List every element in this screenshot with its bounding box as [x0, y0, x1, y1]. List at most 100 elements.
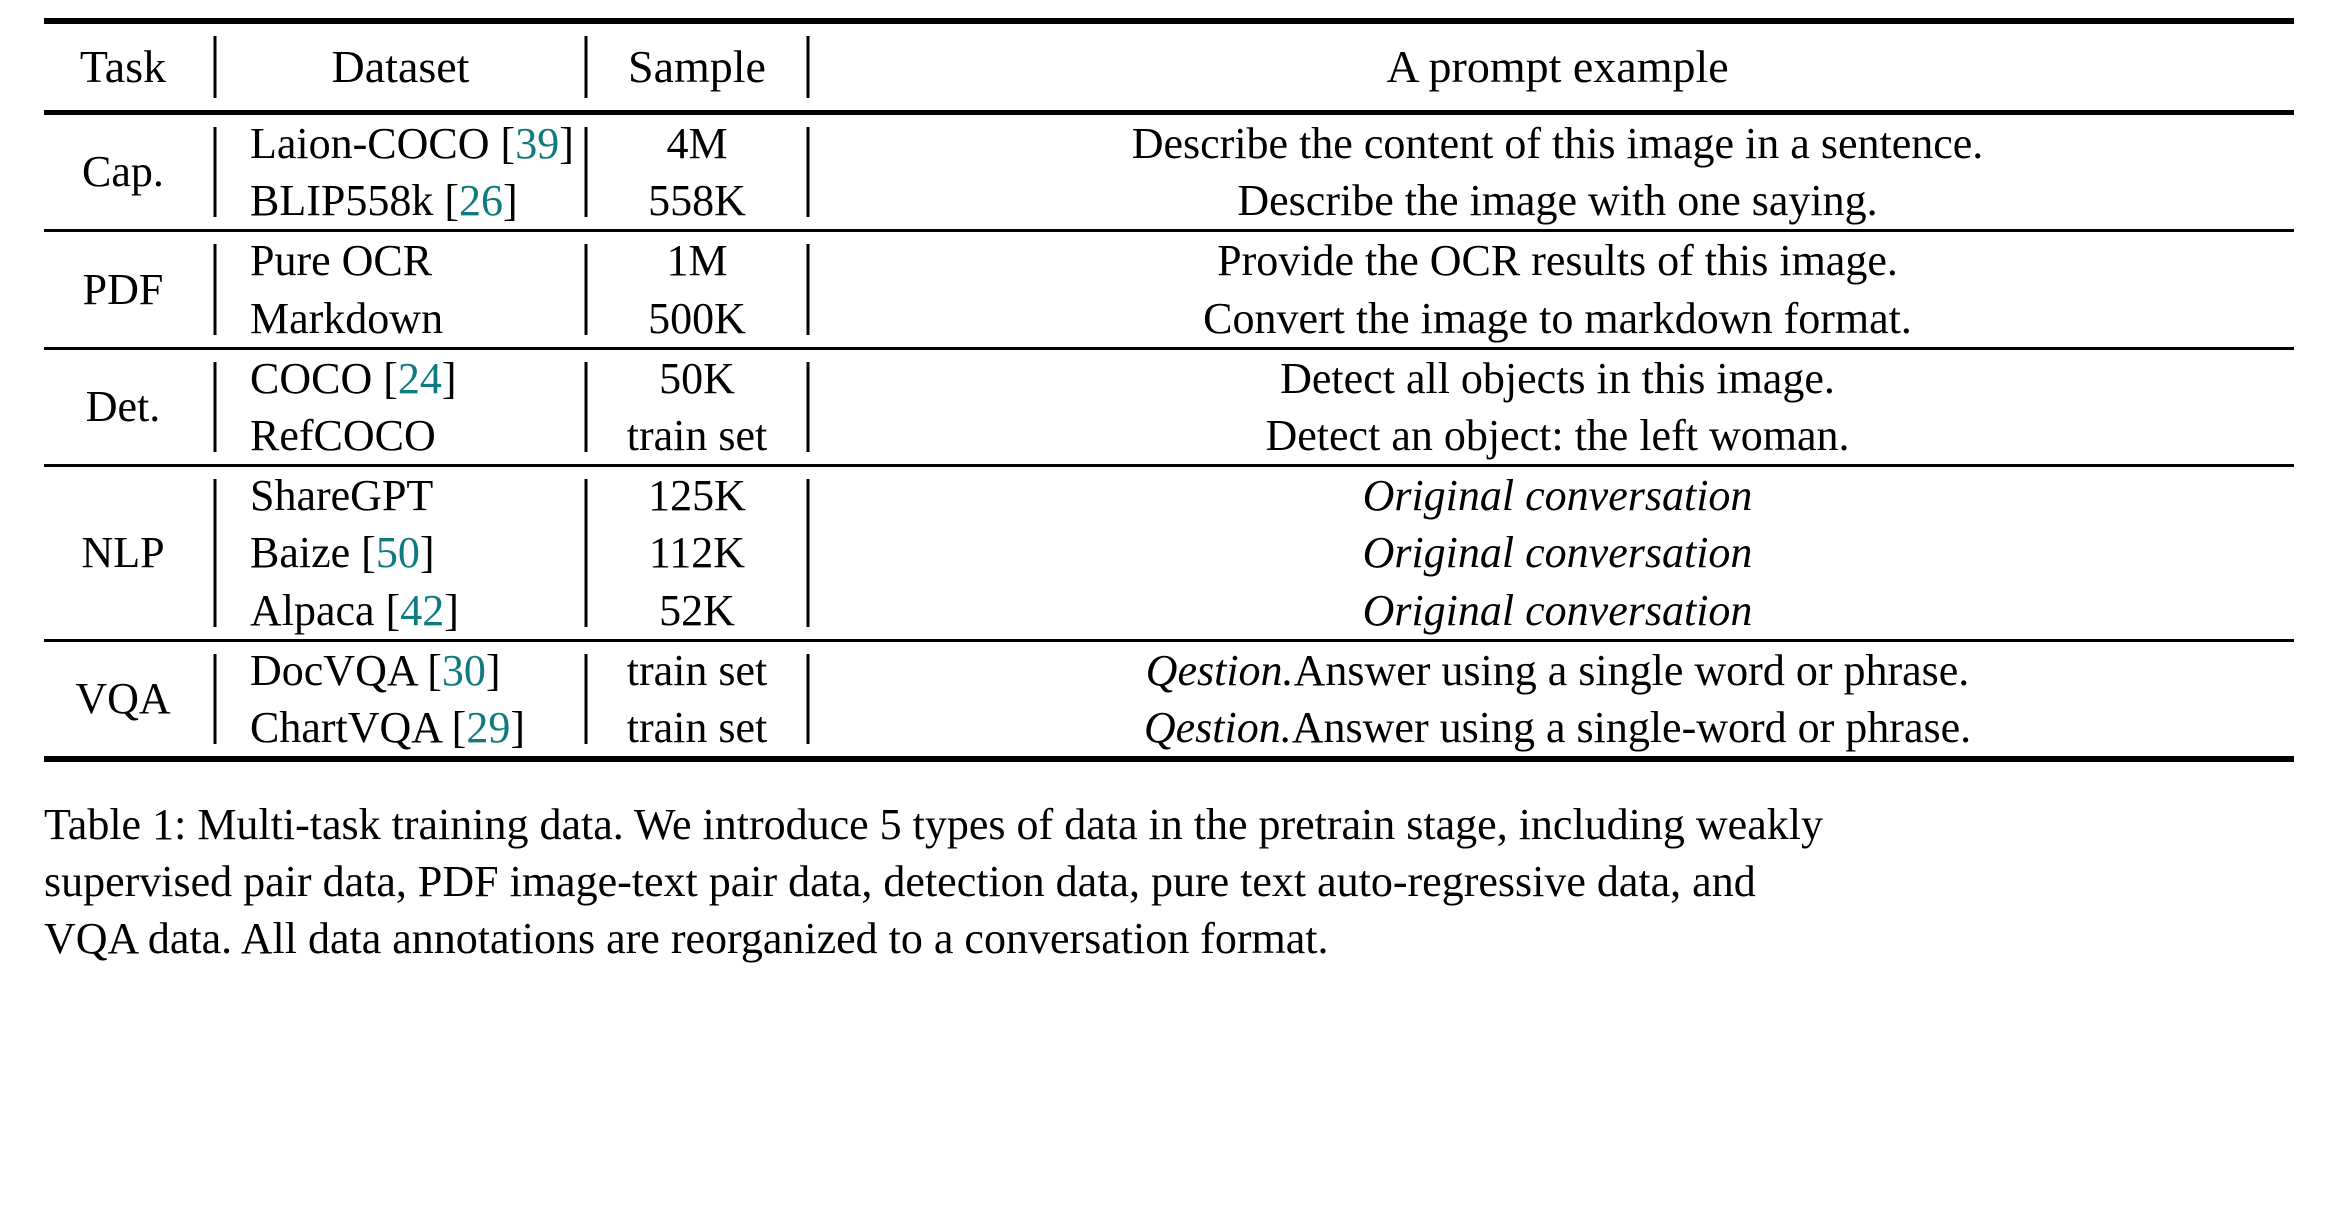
prompt-roman-part: Describe the image with one saying. [1237, 176, 1878, 226]
row-separator-3 [795, 350, 821, 464]
prompt-example: Describe the content of this image in a … [821, 115, 2294, 172]
prompt-cell: Detect all objects in this image. Detect … [821, 350, 2294, 464]
citation-link[interactable]: 50 [376, 528, 420, 577]
task-label: VQA [75, 673, 171, 723]
prompt-cell: Describe the content of this image in a … [821, 115, 2294, 229]
citation-link[interactable]: 30 [442, 646, 486, 695]
row-separator-1 [202, 232, 228, 346]
dataset-name: ShareGPT [250, 471, 434, 521]
sample-count: train set [626, 702, 768, 752]
column-header-sample: Sample [628, 41, 766, 92]
prompt-example: Original conversation [821, 582, 2294, 639]
prompt-example: Detect an object: the left woman. [821, 407, 2294, 464]
row-separator-2 [573, 350, 599, 464]
prompt-italic-part: Qestion. [1145, 645, 1294, 695]
citation-link[interactable]: 39 [515, 119, 559, 168]
dataset-cell: COCO [24] RefCOCO [228, 350, 573, 464]
table-body: Cap. Laion-COCO [39] BLIP558k [26] 4M 558K De… [44, 115, 2294, 763]
dataset-cell: Laion-COCO [39] BLIP558k [26] [228, 115, 574, 229]
task-group-pdf: PDF Pure OCR Markdown 1M 500K Provide the OCR… [44, 232, 2294, 346]
caption-line: VQA data. All data annotations are reorg… [44, 914, 1329, 964]
sample-cell: 1M 500K [599, 232, 795, 346]
header-separator-3 [795, 24, 821, 110]
sample-count: 52K [659, 585, 735, 635]
task-group-vqa: VQA DocVQA [30] ChartVQA [29] train set trai… [44, 642, 2294, 756]
task-label: PDF [82, 264, 164, 314]
sample-count: 4M [666, 119, 728, 168]
prompt-roman-part: Provide the OCR results of this image. [1217, 236, 1898, 286]
prompt-roman-part: Describe the content of this image in a … [1131, 119, 1984, 168]
table-row: PDF Pure OCR Markdown 1M 500K Provide the OCR… [44, 232, 2294, 346]
prompt-example: Provide the OCR results of this image. [821, 232, 2294, 289]
sample-count: train set [626, 645, 768, 695]
row-separator-3 [795, 467, 821, 639]
table-row: NLP ShareGPT Baize [50] Alpaca [42] 125K 112K… [44, 467, 2294, 639]
caption-line: supervised pair data, PDF image-text pai… [44, 857, 1756, 907]
citation-link[interactable]: 26 [459, 176, 503, 225]
table-bottom-rule [44, 756, 2294, 763]
table-row: Det. COCO [24] RefCOCO 50K train set Detect a… [44, 350, 2294, 464]
row-separator-1 [202, 467, 228, 639]
dataset-cell: DocVQA [30] ChartVQA [29] [228, 642, 573, 756]
table-figure-page: Task Dataset Sample A prompt example Cap… [0, 0, 2334, 1232]
citation-link[interactable]: 29 [466, 703, 510, 752]
prompt-italic-part: Original conversation [1362, 471, 1753, 521]
task-group-cap: Cap. Laion-COCO [39] BLIP558k [26] 4M 558K De… [44, 115, 2294, 229]
header-separator-1 [202, 24, 228, 110]
prompt-italic-part: Original conversation [1362, 528, 1753, 578]
caption-line: Table 1: Multi-task training data. We in… [44, 800, 1823, 850]
row-separator-3 [795, 642, 821, 756]
task-label: Cap. [82, 147, 164, 197]
prompt-example: Original conversation [821, 467, 2294, 524]
dataset-name: DocVQA [30] [250, 645, 501, 695]
header-separator-2 [573, 24, 599, 110]
prompt-roman-part: Detect all objects in this image. [1280, 353, 1835, 403]
dataset-name: Baize [50] [250, 528, 435, 578]
prompt-example: Original conversation [821, 524, 2294, 581]
citation-link[interactable]: 42 [400, 586, 444, 635]
dataset-name: Alpaca [42] [250, 585, 459, 635]
row-separator-3 [795, 232, 821, 346]
prompt-italic-part: Qestion. [1143, 702, 1292, 752]
row-separator-1 [202, 115, 228, 229]
table-caption: Table 1: Multi-task training data. We in… [44, 796, 2294, 968]
task-label: Det. [85, 381, 161, 431]
prompt-roman-part: Detect an object: the left woman. [1265, 410, 1850, 460]
column-header-dataset: Dataset [331, 41, 470, 92]
row-separator-2 [573, 232, 599, 346]
sample-count: 50K [659, 353, 735, 403]
sample-count: 125K [648, 471, 746, 521]
row-separator-2 [573, 642, 599, 756]
row-separator-1 [202, 350, 228, 464]
row-separator-2 [573, 467, 599, 639]
prompt-cell: Provide the OCR results of this image. Co… [821, 232, 2294, 346]
sample-cell: 4M 558K [599, 115, 795, 229]
task-group-det: Det. COCO [24] RefCOCO 50K train set Detect a… [44, 350, 2294, 464]
dataset-name: Markdown [250, 293, 444, 343]
column-header-task: Task [79, 41, 167, 92]
table-row: VQA DocVQA [30] ChartVQA [29] train set trai… [44, 642, 2294, 756]
prompt-roman-part: Answer using a single-word or phrase. [1291, 702, 1972, 752]
dataset-name: RefCOCO [250, 410, 436, 460]
sample-cell: train set train set [599, 642, 795, 756]
table-header-row: Task Dataset Sample A prompt example [44, 24, 2294, 110]
task-group-nlp: NLP ShareGPT Baize [50] Alpaca [42] 125K 112K… [44, 467, 2294, 639]
dataset-cell: Pure OCR Markdown [228, 232, 573, 346]
sample-count: 558K [648, 176, 746, 226]
sample-count: train set [626, 410, 768, 460]
sample-cell: 125K 112K 52K [599, 467, 795, 639]
sample-count: 112K [648, 528, 746, 578]
dataset-name: Pure OCR [250, 236, 433, 286]
prompt-cell: Qestion.Answer using a single word or ph… [821, 642, 2294, 756]
prompt-example: Convert the image to markdown format. [821, 290, 2294, 347]
citation-link[interactable]: 24 [398, 354, 442, 403]
dataset-cell: ShareGPT Baize [50] Alpaca [42] [228, 467, 573, 639]
dataset-name: Laion-COCO [39] [250, 119, 574, 168]
sample-cell: 50K train set [599, 350, 795, 464]
task-label: NLP [81, 527, 165, 577]
prompt-roman-part: Answer using a single word or phrase. [1293, 645, 1970, 695]
prompt-example: Qestion.Answer using a single-word or ph… [821, 699, 2294, 756]
dataset-name: COCO [24] [250, 353, 457, 403]
dataset-name: ChartVQA [29] [250, 702, 525, 752]
prompt-example: Describe the image with one saying. [821, 172, 2294, 229]
